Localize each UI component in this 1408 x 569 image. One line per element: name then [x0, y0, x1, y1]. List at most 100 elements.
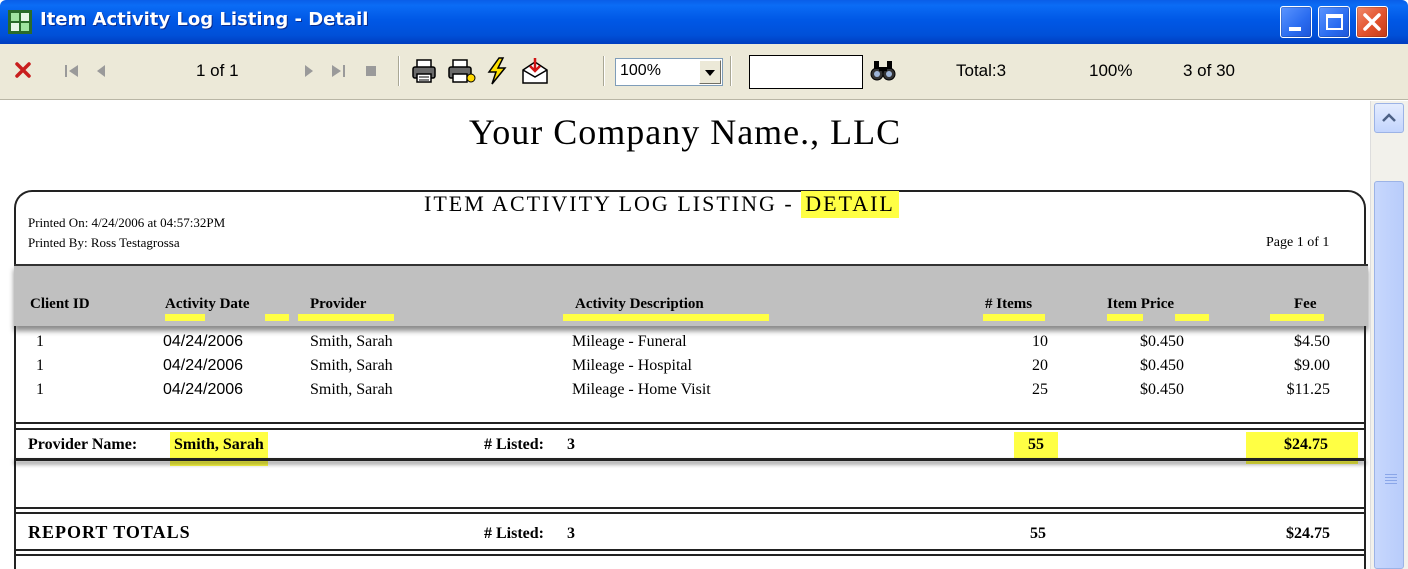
stop-icon[interactable] [365, 65, 377, 77]
divider [14, 512, 1366, 514]
total-label: Total:3 [956, 61, 1007, 80]
toolbar-separator [398, 56, 400, 86]
chevron-up-icon [1382, 113, 1396, 122]
report-totals-label: REPORT TOTALS [28, 522, 191, 542]
table-cell-provider: Smith, Sarah [310, 381, 393, 398]
table-cell-fee: $11.25 [1286, 381, 1330, 398]
provider-name-label: Provider Name: [28, 436, 138, 453]
provider-items-total: 55 [1014, 432, 1058, 458]
highlight-mark [165, 314, 205, 321]
search-input[interactable] [749, 55, 863, 89]
column-header-label: Client ID [30, 296, 90, 312]
column-header-label: Item Price [1107, 296, 1175, 312]
totals-fee: $24.75 [1286, 525, 1330, 542]
record-count: 3 of 30 [1183, 61, 1235, 80]
listed-label: # Listed: [484, 436, 544, 453]
table-cell-item-price: $0.450 [1140, 381, 1184, 398]
company-name: Your Company Name., LLC [468, 112, 902, 152]
grip-line [1385, 480, 1397, 481]
column-header-client-id: Client ID [30, 296, 90, 313]
table-cell-date: 04/24/2006 [163, 381, 244, 398]
table-cell-provider: Smith, Sarah [310, 333, 393, 350]
table-cell-fee: $4.50 [1294, 333, 1330, 350]
table-cell-items: 25 [1032, 381, 1048, 398]
totals-items: 55 [1030, 525, 1046, 542]
column-header-fee: Fee [1270, 296, 1324, 321]
column-header-activity-description: Activity Description [563, 296, 769, 321]
maximize-icon [1326, 14, 1343, 30]
zoom-value: 100% [620, 62, 661, 79]
vertical-scrollbar[interactable] [1370, 101, 1408, 569]
scroll-up-button[interactable] [1374, 103, 1404, 133]
table-cell-date: 04/24/2006 [163, 357, 244, 374]
column-header-label: Activity Date [165, 296, 250, 312]
divider [14, 554, 1366, 556]
table-cell-items: 20 [1032, 357, 1048, 374]
divider [14, 549, 1366, 551]
grip-line [1385, 483, 1397, 484]
previous-page-icon[interactable] [94, 63, 108, 79]
divider [14, 507, 1366, 509]
report-title: ITEM ACTIVITY LOG LISTING - DETAIL [424, 191, 899, 218]
divider [14, 428, 1366, 430]
zoom-dropdown-button[interactable] [699, 60, 721, 84]
column-header-provider: Provider [298, 296, 394, 321]
page-label: Page 1 of 1 [1266, 235, 1330, 250]
table-cell-description: Mileage - Home Visit [572, 381, 711, 398]
table-cell-client-id: 1 [36, 381, 44, 398]
report-preview[interactable]: Your Company Name., LLC ITEM ACTIVITY LO… [0, 101, 1370, 569]
first-page-icon[interactable] [64, 63, 80, 79]
find-icon[interactable] [870, 58, 896, 82]
grip-line [1385, 474, 1397, 475]
percent-label: 100% [1089, 61, 1133, 80]
table-cell-client-id: 1 [36, 333, 44, 350]
grip-line [1385, 477, 1397, 478]
table-cell-provider: Smith, Sarah [310, 357, 393, 374]
last-page-icon[interactable] [330, 63, 346, 79]
print-icon[interactable] [410, 57, 438, 85]
column-header-activity-date: Activity Date [165, 296, 289, 321]
zoom-select[interactable]: 100% [615, 58, 723, 86]
column-header-label: # Items [985, 296, 1033, 312]
refresh-icon[interactable] [484, 56, 510, 86]
page-indicator: 1 of 1 [196, 61, 239, 80]
print-setup-icon[interactable] [446, 57, 476, 85]
table-cell-description: Mileage - Funeral [572, 333, 687, 350]
highlight-mark [1107, 314, 1143, 321]
column-header-items: # Items [983, 296, 1045, 321]
report-title-main: ITEM ACTIVITY LOG LISTING - [424, 191, 802, 216]
listed-count: 3 [567, 436, 575, 453]
table-cell-description: Mileage - Hospital [572, 357, 692, 374]
divider [14, 422, 1366, 424]
highlight-mark [983, 314, 1045, 321]
totals-listed-label: # Listed: [484, 525, 544, 542]
table-cell-item-price: $0.450 [1140, 357, 1184, 374]
highlight-mark [265, 314, 289, 321]
totals-listed-count: 3 [567, 525, 575, 542]
column-header-label: Activity Description [575, 296, 704, 312]
export-icon[interactable] [520, 56, 550, 86]
report-toolbar: 1 of 1 100% Total:3 100% 3 of 30 [0, 44, 1408, 100]
column-header-item-price: Item Price [1107, 296, 1209, 321]
column-header-label: Fee [1294, 296, 1317, 312]
minimize-icon [1289, 27, 1301, 31]
scroll-thumb[interactable] [1374, 181, 1404, 569]
divider [14, 458, 1366, 461]
chevron-down-icon [705, 70, 715, 76]
close-icon [1363, 13, 1381, 31]
close-report-icon[interactable] [14, 61, 32, 79]
maximize-button[interactable] [1318, 6, 1350, 38]
minimize-button[interactable] [1280, 6, 1312, 38]
table-cell-item-price: $0.450 [1140, 333, 1184, 350]
highlight-mark [563, 314, 769, 321]
window-titlebar[interactable]: Item Activity Log Listing - Detail [0, 0, 1408, 44]
close-window-button[interactable] [1356, 6, 1388, 38]
toolbar-separator [730, 56, 732, 86]
table-cell-fee: $9.00 [1294, 357, 1330, 374]
next-page-icon[interactable] [302, 63, 316, 79]
table-cell-client-id: 1 [36, 357, 44, 374]
table-cell-items: 10 [1032, 333, 1048, 350]
printed-by: Printed By: Ross Testagrossa [28, 235, 180, 250]
toolbar-separator [603, 56, 605, 86]
column-header-label: Provider [310, 296, 367, 312]
